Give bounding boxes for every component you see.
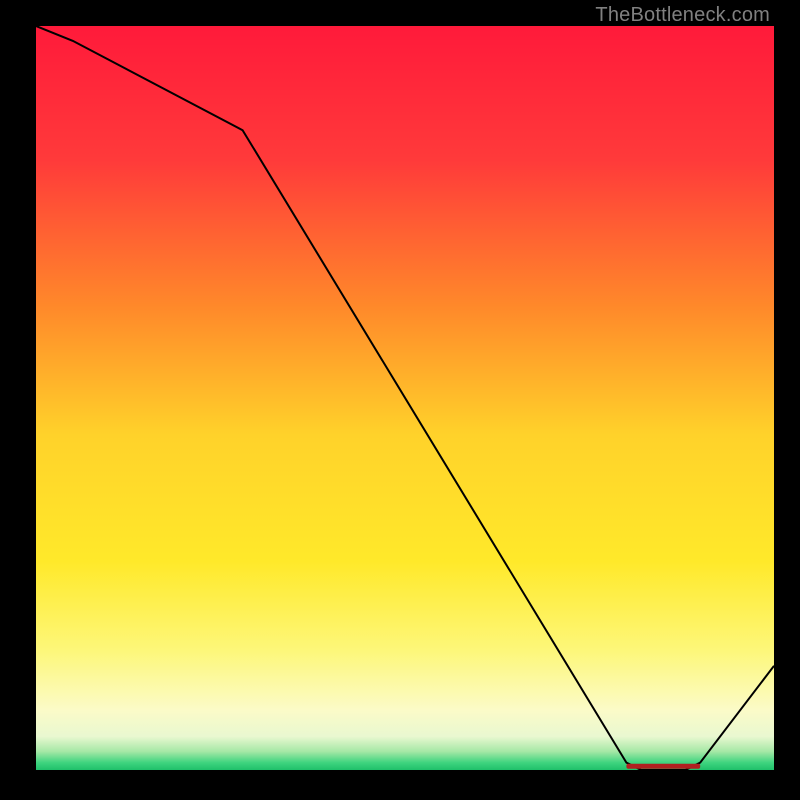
- chart-frame: TheBottleneck.com: [0, 0, 800, 800]
- optimal-marker: [626, 764, 700, 769]
- watermark-text: TheBottleneck.com: [595, 4, 770, 27]
- chart-svg: [36, 26, 774, 770]
- plot-area: [36, 26, 774, 770]
